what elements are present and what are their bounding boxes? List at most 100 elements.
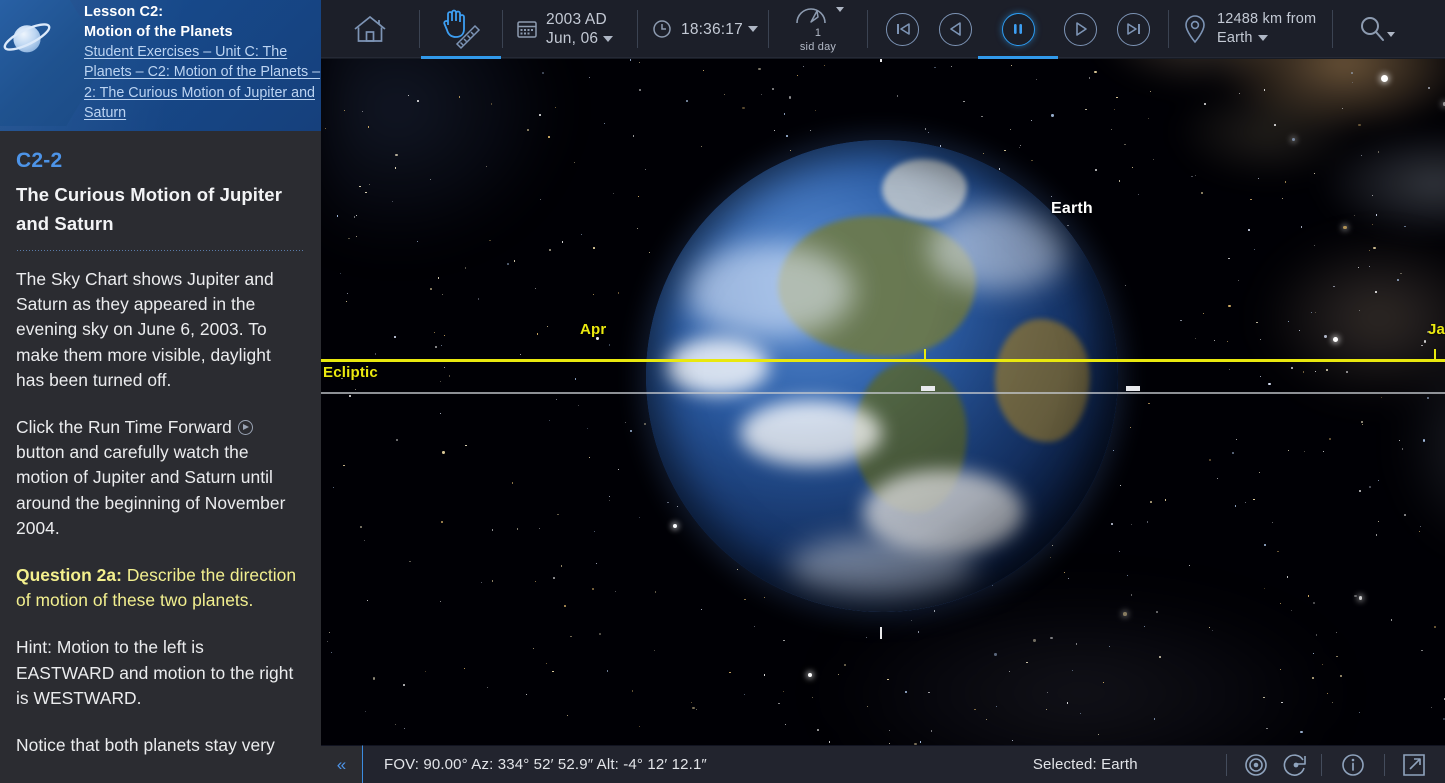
earth-globe[interactable]: [646, 140, 1118, 612]
hand-and-ruler-icon: [435, 6, 487, 52]
time-rate-value: 1: [815, 27, 821, 40]
star: [1085, 109, 1086, 110]
star: [803, 66, 804, 67]
star: [1292, 138, 1296, 142]
orbit-object-button[interactable]: [1281, 750, 1311, 780]
time-rate-control[interactable]: 1 sid day: [769, 0, 867, 59]
star: [440, 413, 441, 414]
open-external-icon: [1401, 752, 1427, 778]
chevron-down-icon[interactable]: [1387, 32, 1395, 37]
star: [489, 240, 490, 241]
time-control[interactable]: 18:36:17: [638, 0, 768, 59]
pause-button-circle[interactable]: [1002, 13, 1035, 46]
star: [758, 68, 760, 70]
star: [404, 728, 405, 729]
location-pin-icon: [1183, 14, 1207, 44]
star: [567, 715, 568, 716]
statusbar-divider: [1384, 754, 1385, 776]
step-forward-button[interactable]: [1117, 13, 1150, 46]
star: [417, 100, 419, 102]
equator-tick: [1126, 386, 1140, 391]
star: [1336, 632, 1337, 633]
star: [1404, 514, 1406, 516]
star: [789, 96, 791, 98]
chevron-down-icon[interactable]: [1258, 35, 1268, 41]
run-time-backward-button[interactable]: [939, 13, 972, 46]
star: [630, 430, 632, 432]
star: [368, 126, 369, 127]
status-bar: FOV: 90.00° Az: 334° 52′ 52.9″ Alt: -4° …: [321, 745, 1445, 783]
star: [331, 652, 332, 653]
star: [815, 110, 816, 111]
star: [655, 591, 657, 593]
star: [1346, 371, 1348, 373]
play-forward-icon: [1073, 21, 1089, 37]
star: [918, 631, 919, 632]
skip-backward-icon: [894, 21, 912, 37]
run-time-forward-inline-icon: [238, 420, 253, 435]
star: [931, 730, 932, 731]
star: [442, 451, 444, 453]
lesson-paragraph-2: Click the Run Time Forward button and ca…: [16, 415, 303, 541]
expand-view-button[interactable]: [1399, 750, 1429, 780]
star: [589, 457, 590, 458]
star: [1423, 439, 1425, 441]
star: [1264, 89, 1265, 90]
star: [395, 724, 396, 725]
step-backward-button[interactable]: [886, 13, 919, 46]
star: [1012, 740, 1013, 741]
home-button[interactable]: [321, 0, 419, 59]
star: [1312, 677, 1314, 679]
celestial-equator-line: [321, 392, 1445, 394]
star: [797, 75, 799, 77]
center-object-button[interactable]: [1241, 750, 1271, 780]
bright-star: [1381, 75, 1388, 82]
playback-controls: [868, 0, 1168, 59]
star: [761, 94, 762, 95]
star: [609, 496, 610, 497]
star: [866, 637, 867, 638]
star: [440, 381, 441, 382]
location-body-label: Earth: [1217, 30, 1253, 46]
star: [1050, 637, 1052, 639]
star: [360, 526, 362, 528]
star: [696, 709, 697, 710]
search-button[interactable]: [1333, 0, 1419, 59]
chevron-down-icon[interactable]: [748, 26, 758, 32]
lesson-paragraph-1: The Sky Chart shows Jupiter and Saturn a…: [16, 267, 303, 393]
fov-coordinates-label: FOV: 90.00° Az: 334° 52′ 52.9″ Alt: -4° …: [384, 756, 707, 773]
star: [703, 70, 705, 72]
star: [512, 482, 513, 483]
run-time-forward-button[interactable]: [1064, 13, 1097, 46]
chevron-down-icon[interactable]: [603, 36, 613, 42]
star: [557, 514, 559, 516]
star: [430, 288, 432, 290]
date-control[interactable]: 2003 AD Jun, 06: [503, 0, 637, 59]
star: [329, 632, 330, 633]
collapse-sidebar-button[interactable]: «: [321, 745, 363, 783]
star: [464, 668, 465, 669]
star: [539, 114, 541, 116]
select-tool-button[interactable]: [420, 0, 502, 59]
chevron-down-icon[interactable]: [836, 7, 844, 12]
breadcrumb[interactable]: Student Exercises – Unit C: The Planets …: [84, 42, 321, 124]
star: [440, 601, 441, 602]
star: [1431, 707, 1432, 708]
star: [394, 336, 396, 338]
star: [649, 252, 650, 253]
location-control[interactable]: 12488 km from Earth: [1169, 0, 1332, 59]
star: [691, 702, 692, 703]
info-button[interactable]: [1338, 750, 1368, 780]
lesson-header: Lesson C2: Motion of the Planets Student…: [0, 0, 321, 131]
star: [549, 249, 551, 251]
sky-label-apr: Apr: [580, 321, 606, 338]
star: [783, 691, 784, 692]
star: [491, 103, 493, 105]
saturn-planet-icon: [0, 8, 56, 66]
pause-button[interactable]: [992, 0, 1044, 59]
star: [786, 135, 788, 137]
star: [889, 743, 890, 744]
star: [1095, 169, 1097, 171]
collapse-chevrons-icon: «: [337, 755, 346, 775]
sky-chart-view[interactable]: Earth Apr Ecliptic Ja: [321, 0, 1445, 783]
